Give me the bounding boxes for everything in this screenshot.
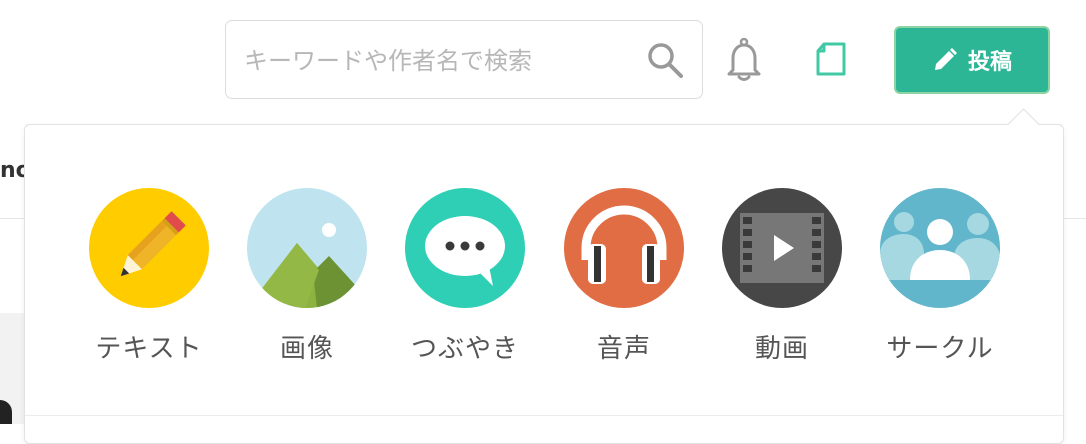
post-button[interactable]: 投稿 <box>894 26 1050 94</box>
note-icon[interactable] <box>814 42 846 76</box>
search-input[interactable] <box>242 39 636 83</box>
menu-item-label: 音声 <box>596 334 651 364</box>
menu-item-label: テキスト <box>95 334 203 364</box>
menu-item-text[interactable]: テキスト <box>79 188 219 368</box>
pencil-icon <box>89 188 209 308</box>
menu-item-label: 動画 <box>754 334 809 364</box>
menu-item-label: つぶやき <box>410 334 519 364</box>
menu-item-image[interactable]: 画像 <box>237 188 377 368</box>
bell-icon[interactable] <box>725 38 763 82</box>
people-icon <box>880 188 1000 308</box>
menu-divider <box>25 415 1063 416</box>
image-icon <box>247 188 367 308</box>
pencil-icon <box>934 48 957 70</box>
menu-item-video[interactable]: 動画 <box>712 188 852 368</box>
post-type-menu: テキスト 画像 つぶやき 音声 動画 サークル <box>24 124 1064 444</box>
headphones-icon <box>564 188 684 308</box>
speech-bubble-icon <box>405 188 525 308</box>
search-box <box>225 20 703 99</box>
menu-item-audio[interactable]: 音声 <box>554 188 694 368</box>
menu-item-tweet[interactable]: つぶやき <box>395 188 535 368</box>
film-icon <box>722 188 842 308</box>
search-icon[interactable] <box>646 41 684 79</box>
menu-item-label: 画像 <box>279 334 334 364</box>
menu-item-circle[interactable]: サークル <box>870 188 1010 368</box>
menu-item-label: サークル <box>886 334 994 364</box>
post-button-label: 投稿 <box>967 50 1012 75</box>
